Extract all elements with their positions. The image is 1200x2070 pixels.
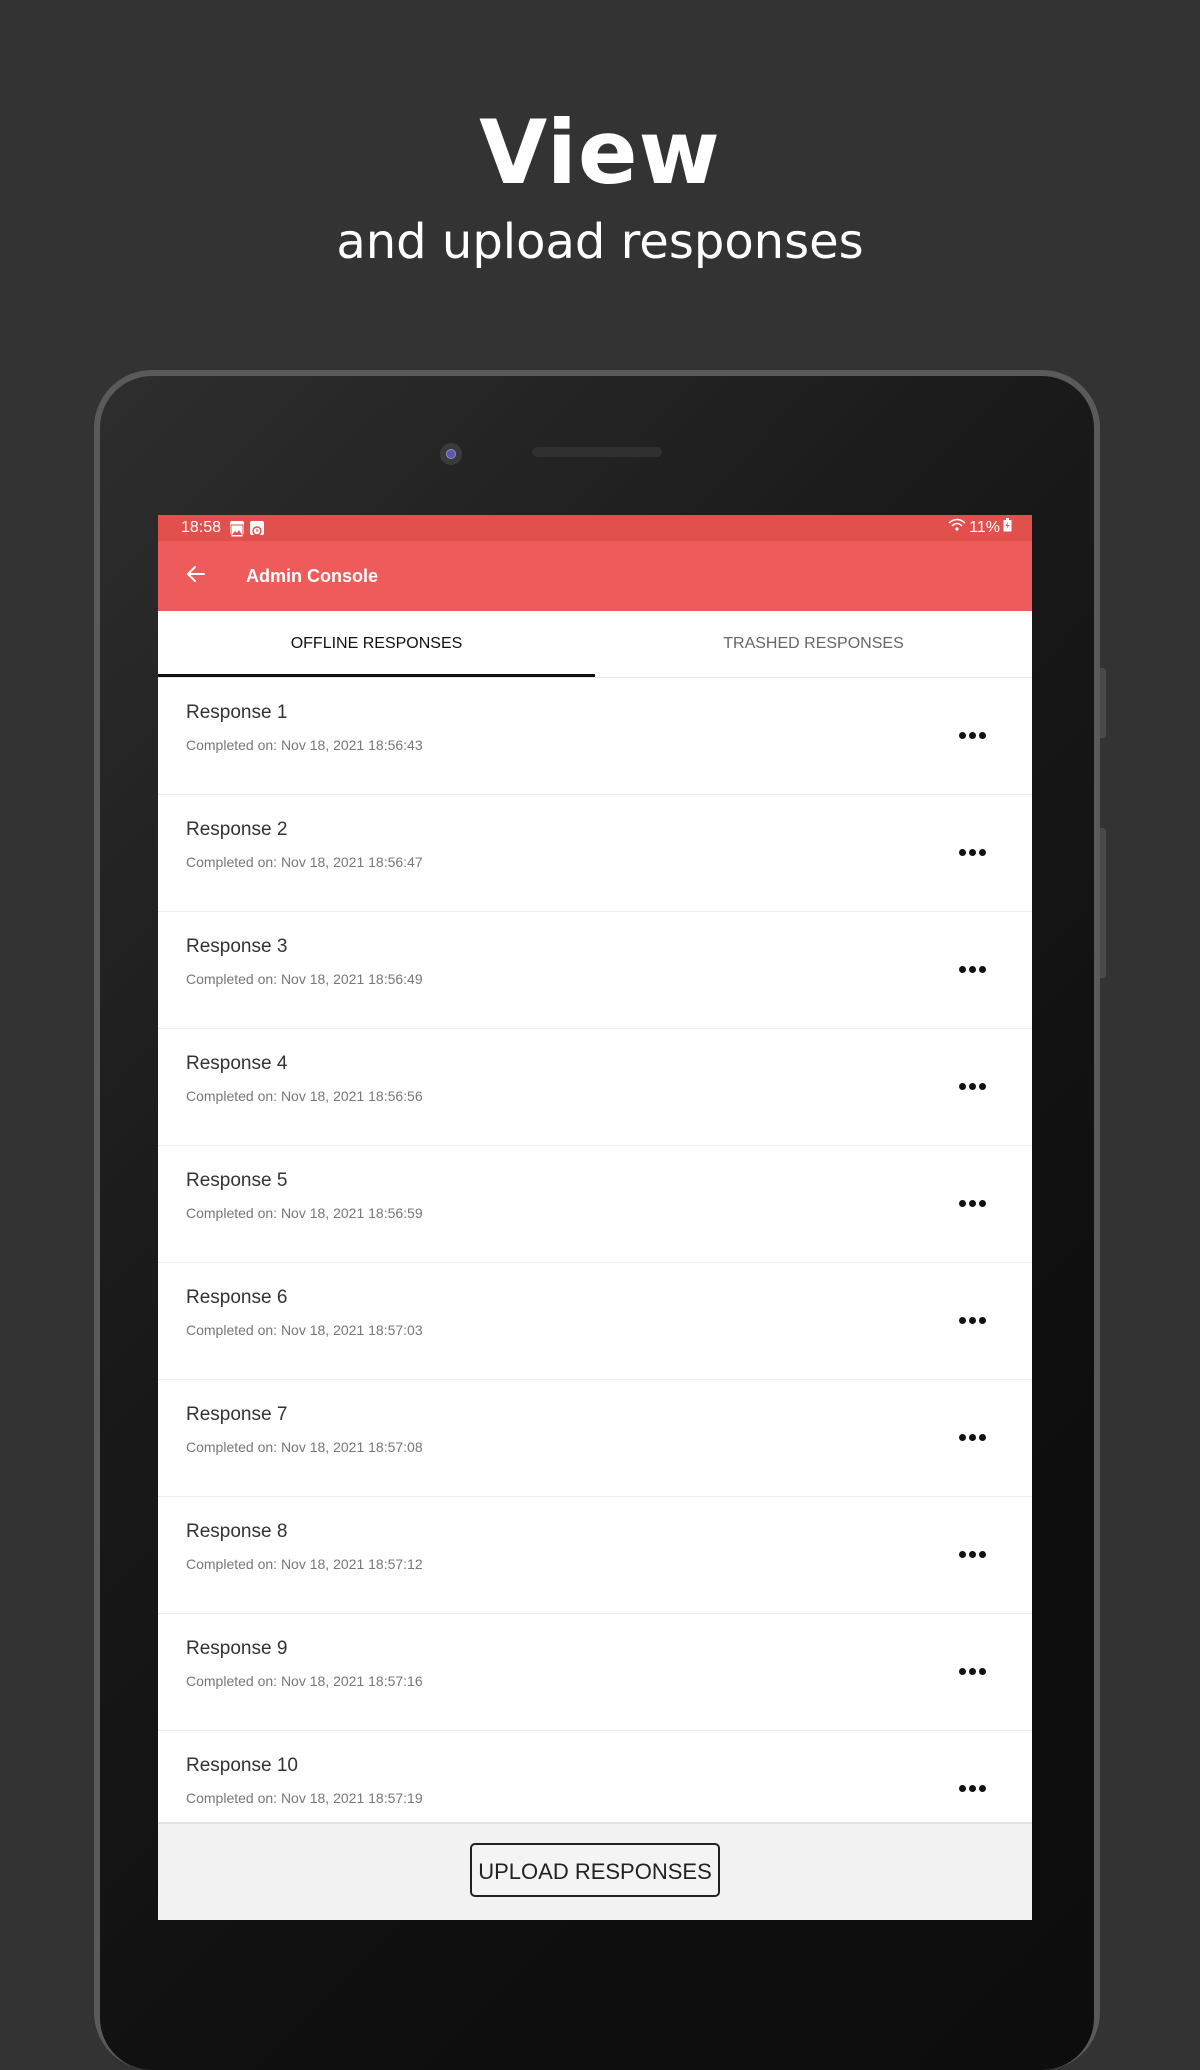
response-completed: Completed on: Nov 18, 2021 18:57:03 — [186, 1322, 423, 1338]
active-tab-indicator — [158, 674, 595, 677]
response-completed: Completed on: Nov 18, 2021 18:56:59 — [186, 1205, 423, 1221]
list-item[interactable]: Response 4 Completed on: Nov 18, 2021 18… — [158, 1029, 1032, 1146]
proximity-sensor — [756, 442, 778, 464]
list-item[interactable]: Response 1 Completed on: Nov 18, 2021 18… — [158, 678, 1032, 795]
hero-subtitle: and upload responses — [336, 214, 864, 270]
tab-bar: OFFLINE RESPONSES TRASHED RESPONSES — [158, 611, 1032, 678]
response-completed: Completed on: Nov 18, 2021 18:57:08 — [186, 1439, 423, 1455]
response-title: Response 9 — [186, 1638, 288, 1659]
response-completed: Completed on: Nov 18, 2021 18:56:56 — [186, 1088, 423, 1104]
response-completed: Completed on: Nov 18, 2021 18:56:43 — [186, 737, 423, 753]
response-title: Response 10 — [186, 1755, 298, 1776]
upload-responses-button[interactable]: UPLOAD RESPONSES — [470, 1843, 720, 1897]
app-bar: Admin Console — [158, 541, 1032, 611]
more-horizontal-icon[interactable] — [952, 1654, 992, 1688]
clock-icon — [250, 521, 264, 536]
status-right: 11% — [948, 515, 1012, 541]
app-bar-title: Admin Console — [246, 566, 379, 586]
volume-button — [1100, 668, 1106, 738]
earpiece-speaker — [532, 447, 662, 457]
battery-charging-icon — [1003, 515, 1012, 541]
response-title: Response 2 — [186, 819, 288, 840]
arrow-left-icon — [186, 564, 206, 589]
wifi-icon — [948, 515, 966, 541]
more-horizontal-icon[interactable] — [952, 718, 992, 752]
list-item[interactable]: Response 8 Completed on: Nov 18, 2021 18… — [158, 1497, 1032, 1614]
more-horizontal-icon[interactable] — [952, 1420, 992, 1454]
response-completed: Completed on: Nov 18, 2021 18:57:12 — [186, 1556, 423, 1572]
more-horizontal-icon[interactable] — [952, 1771, 992, 1805]
more-horizontal-icon[interactable] — [952, 1069, 992, 1103]
tab-trashed-responses[interactable]: TRASHED RESPONSES — [595, 611, 1032, 677]
response-title: Response 4 — [186, 1053, 288, 1074]
response-list: Response 1 Completed on: Nov 18, 2021 18… — [158, 678, 1032, 1848]
device-screen: 18:58 11% Admin Console OFFLINE RESPONSE… — [158, 515, 1032, 1920]
response-title: Response 5 — [186, 1170, 288, 1191]
power-button — [1100, 828, 1106, 978]
response-title: Response 7 — [186, 1404, 288, 1425]
more-horizontal-icon[interactable] — [952, 1186, 992, 1220]
list-item[interactable]: Response 6 Completed on: Nov 18, 2021 18… — [158, 1263, 1032, 1380]
hero-title: View — [479, 101, 721, 204]
response-completed: Completed on: Nov 18, 2021 18:56:47 — [186, 854, 423, 870]
list-item[interactable]: Response 3 Completed on: Nov 18, 2021 18… — [158, 912, 1032, 1029]
battery-text: 11% — [969, 519, 1000, 536]
image-icon — [230, 521, 244, 538]
front-camera — [440, 443, 462, 465]
response-title: Response 6 — [186, 1287, 288, 1308]
list-item[interactable]: Response 2 Completed on: Nov 18, 2021 18… — [158, 795, 1032, 912]
status-time: 18:58 — [181, 519, 222, 536]
back-button[interactable] — [178, 558, 214, 594]
response-completed: Completed on: Nov 18, 2021 18:57:16 — [186, 1673, 423, 1689]
more-horizontal-icon[interactable] — [952, 952, 992, 986]
footer-bar: UPLOAD RESPONSES — [158, 1822, 1032, 1920]
more-horizontal-icon[interactable] — [952, 835, 992, 869]
response-title: Response 8 — [186, 1521, 288, 1542]
status-bar: 18:58 11% — [158, 515, 1032, 541]
response-completed: Completed on: Nov 18, 2021 18:57:19 — [186, 1790, 423, 1806]
response-title: Response 1 — [186, 702, 288, 723]
response-completed: Completed on: Nov 18, 2021 18:56:49 — [186, 971, 423, 987]
more-horizontal-icon[interactable] — [952, 1303, 992, 1337]
tab-offline-responses[interactable]: OFFLINE RESPONSES — [158, 611, 595, 677]
list-item[interactable]: Response 5 Completed on: Nov 18, 2021 18… — [158, 1146, 1032, 1263]
list-item[interactable]: Response 9 Completed on: Nov 18, 2021 18… — [158, 1614, 1032, 1731]
response-title: Response 3 — [186, 936, 288, 957]
list-item[interactable]: Response 7 Completed on: Nov 18, 2021 18… — [158, 1380, 1032, 1497]
more-horizontal-icon[interactable] — [952, 1537, 992, 1571]
